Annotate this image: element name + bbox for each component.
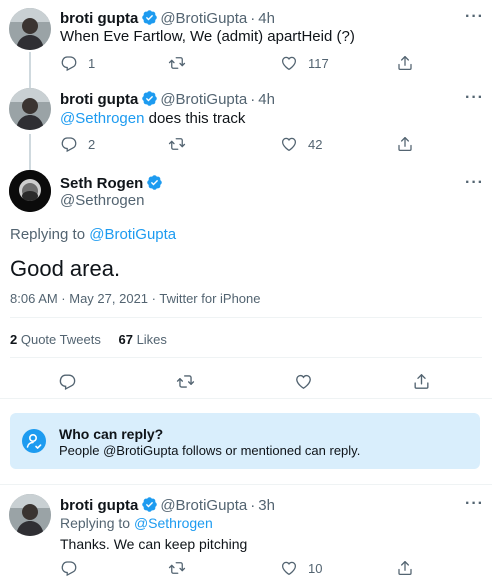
author-handle[interactable]: @BrotiGupta — [160, 497, 247, 514]
verified-badge-icon — [146, 174, 163, 191]
tweet-1[interactable]: broti gupta @BrotiGupta · 4h ··· When Eve F… — [0, 0, 492, 80]
who-can-reply-callout: Who can reply? People @BrotiGupta follow… — [10, 413, 480, 469]
reply-button[interactable] — [58, 372, 77, 391]
heart-icon — [280, 54, 298, 72]
retweet-icon — [168, 54, 186, 72]
retweet-button[interactable] — [168, 559, 186, 577]
author-name[interactable]: broti gupta — [60, 497, 138, 514]
share-icon — [396, 54, 414, 72]
likes-label: Likes — [136, 332, 167, 347]
reply-icon — [60, 135, 78, 153]
reply-count: 1 — [88, 55, 96, 71]
share-button[interactable] — [396, 135, 414, 153]
author-handle[interactable]: @Sethrogen — [60, 192, 144, 209]
verified-badge-icon — [141, 90, 158, 107]
person-icon — [22, 429, 46, 453]
separator-dot: · — [250, 497, 256, 514]
who-can-reply-mention[interactable]: @BrotiGupta — [103, 443, 178, 458]
avatar[interactable] — [9, 8, 51, 50]
share-icon — [412, 372, 431, 391]
mention-link[interactable]: @Sethrogen — [60, 110, 144, 127]
divider — [0, 398, 492, 399]
quote-count: 2 — [10, 332, 18, 347]
tweet-2[interactable]: broti gupta @BrotiGupta · 4h ··· @Sethrogen… — [0, 80, 492, 162]
likes-count: 67 — [118, 332, 133, 347]
timestamp[interactable]: 4h — [258, 91, 275, 108]
author-name[interactable]: Seth Rogen — [60, 175, 143, 192]
separator-dot: · — [250, 91, 256, 108]
who-can-reply-prefix: People — [59, 443, 100, 458]
who-can-reply-suffix: follows or mentioned can reply. — [182, 443, 361, 458]
like-count: 10 — [308, 560, 323, 576]
like-button[interactable]: 10 — [280, 559, 322, 577]
retweet-icon — [168, 559, 186, 577]
like-button[interactable]: 42 — [280, 135, 322, 153]
replying-to-link[interactable]: @BrotiGupta — [89, 226, 176, 243]
avatar[interactable] — [9, 494, 51, 536]
like-button[interactable] — [294, 372, 313, 391]
more-dots-icon[interactable]: ··· — [465, 495, 484, 513]
heart-icon — [280, 559, 298, 577]
reply-count: 2 — [88, 136, 96, 152]
reply-button[interactable] — [60, 559, 78, 577]
avatar[interactable] — [9, 88, 51, 130]
separator-dot: · — [250, 10, 256, 27]
reply-icon — [58, 372, 77, 391]
share-button[interactable] — [412, 372, 431, 391]
retweet-icon — [168, 135, 186, 153]
retweet-icon — [176, 372, 195, 391]
replying-to-label: Replying to — [10, 226, 86, 243]
share-button[interactable] — [396, 54, 414, 72]
retweet-button[interactable] — [176, 372, 195, 391]
share-icon — [396, 135, 414, 153]
avatar[interactable] — [9, 170, 51, 212]
more-dots-icon[interactable]: ··· — [465, 174, 484, 192]
verified-badge-icon — [141, 496, 158, 513]
author-handle[interactable]: @BrotiGupta — [160, 91, 247, 108]
tweet-text: Thanks. We can keep pitching — [60, 536, 248, 552]
author-name[interactable]: broti gupta — [60, 10, 138, 27]
reply-icon — [60, 559, 78, 577]
reply-button[interactable]: 1 — [60, 54, 95, 72]
share-icon — [396, 559, 414, 577]
timestamp[interactable]: 3h — [258, 497, 275, 514]
author-name[interactable]: broti gupta — [60, 91, 138, 108]
divider — [10, 317, 482, 318]
heart-icon — [280, 135, 298, 153]
timestamp[interactable]: 4h — [258, 10, 275, 27]
tweet-meta[interactable]: 8:06 AM · May 27, 2021 · Twitter for iPh… — [10, 291, 261, 306]
main-tweet: Seth Rogen @Sethrogen ··· Replying to @B… — [0, 162, 492, 394]
tweet-text: does this track — [148, 110, 246, 127]
like-count: 42 — [308, 136, 323, 152]
quote-tweets-link[interactable]: 2 Quote Tweets — [10, 332, 101, 347]
author-handle[interactable]: @BrotiGupta — [160, 10, 247, 27]
replying-to-link[interactable]: @Sethrogen — [134, 515, 213, 531]
reply-tweet[interactable]: broti gupta @BrotiGupta · 3h ··· Replying t… — [0, 485, 492, 582]
like-button[interactable]: 117 — [280, 54, 329, 72]
retweet-button[interactable] — [168, 54, 186, 72]
share-button[interactable] — [396, 559, 414, 577]
tweet-text: When Eve Fartlow, We (admit) apartHeid (… — [60, 28, 355, 45]
heart-icon — [294, 372, 313, 391]
like-count: 117 — [308, 55, 329, 71]
divider — [10, 357, 482, 358]
quote-label: Quote Tweets — [20, 332, 101, 347]
retweet-button[interactable] — [168, 135, 186, 153]
likes-link[interactable]: 67 Likes — [118, 332, 166, 347]
more-dots-icon[interactable]: ··· — [465, 8, 484, 26]
who-can-reply-title: Who can reply? — [59, 426, 164, 442]
verified-badge-icon — [141, 9, 158, 26]
tweet-text: Good area. — [10, 256, 121, 281]
replying-to-label: Replying to — [60, 515, 131, 531]
reply-icon — [60, 54, 78, 72]
more-dots-icon[interactable]: ··· — [465, 89, 484, 107]
reply-button[interactable]: 2 — [60, 135, 95, 153]
